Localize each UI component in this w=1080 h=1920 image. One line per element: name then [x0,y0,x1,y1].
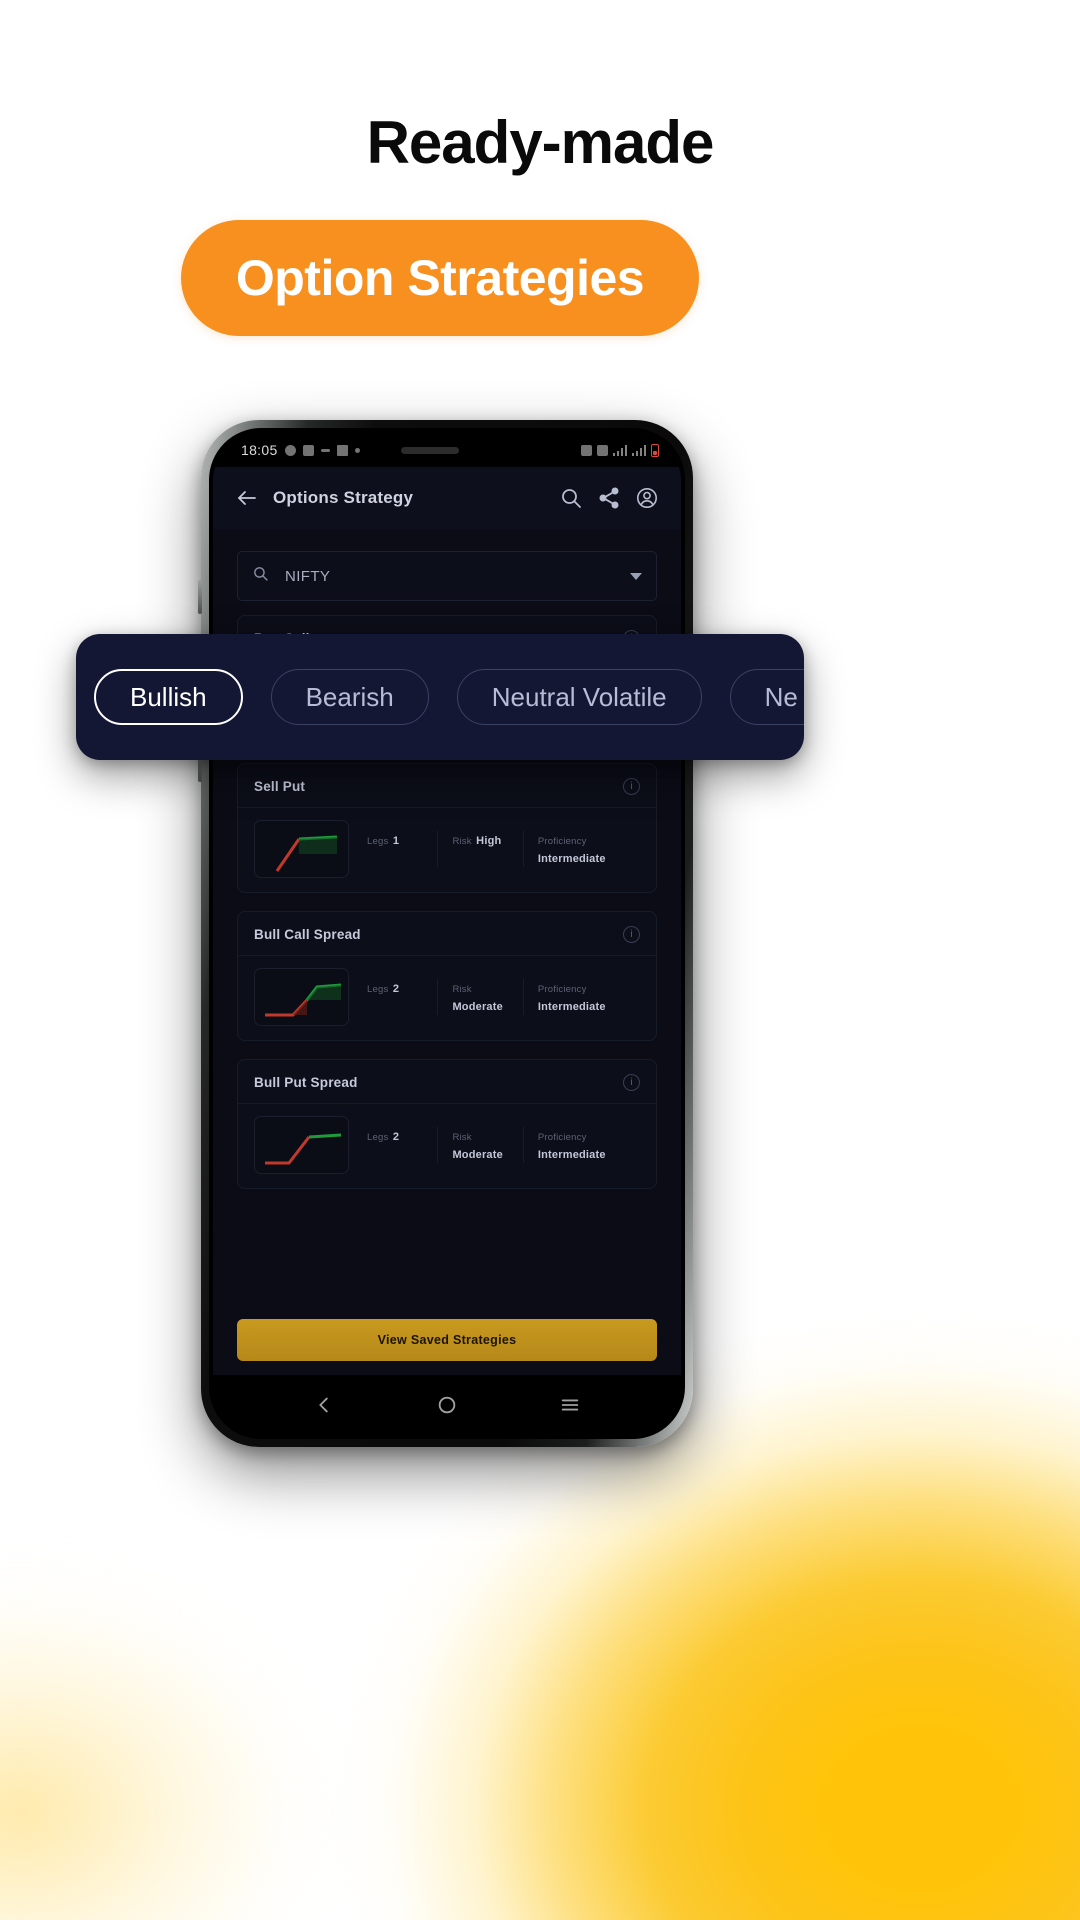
metric-label-risk: Risk [452,1132,472,1143]
back-arrow-icon[interactable] [235,486,259,510]
metric-value-proficiency: Intermediate [537,1001,606,1013]
info-icon[interactable]: i [623,926,640,943]
symbol-search-field[interactable]: NIFTY [237,551,657,601]
phone-mute-button [198,580,202,614]
hourglass-icon [336,444,348,456]
metric-label-legs: Legs [367,984,389,995]
chevron-down-icon[interactable] [630,572,642,580]
strategy-card[interactable]: Bull Call Spread i Legs 2 Risk Moderate … [237,911,657,1041]
page-title: Ready-made [366,109,715,176]
symbol-search-value: NIFTY [285,567,331,585]
metric-legs: Legs 2 [367,1127,437,1163]
battery-icon [651,443,659,457]
status-bar: 18:05 [213,433,681,467]
payoff-chart [254,1116,349,1174]
metric-proficiency: Proficiency Intermediate [522,979,640,1015]
background-glow-left [0,1420,440,1920]
minus-icon [320,448,330,452]
phone-mockup: 18:05 Options Strategy NIFTY Sell Put i … [198,420,696,1447]
chat-icon [284,444,296,456]
metric-risk: Risk High [437,831,522,867]
metric-legs: Legs 2 [367,979,437,1015]
metric-label-risk: Risk [452,836,472,847]
strategy-metrics: Legs 2 Risk Moderate Proficiency Interme… [367,1127,640,1163]
metric-risk: Risk Moderate [437,979,522,1015]
metric-risk: Risk Moderate [437,1127,522,1163]
android-nav-bar [213,1375,681,1435]
metric-label-legs: Legs [367,1132,389,1143]
profile-icon[interactable] [635,486,659,510]
strategy-card[interactable]: Sell Put i Legs 1 Risk High Proficiency … [237,763,657,893]
strategy-metrics: Legs 1 Risk High Proficiency Intermediat… [367,831,640,867]
phone-bezel: 18:05 Options Strategy NIFTY Sell Put i … [209,428,685,1439]
metric-value-risk: High [476,835,502,847]
filter-chip-bearish[interactable]: Bearish [270,669,429,725]
cta-pill-button[interactable]: Option Strategies [181,220,699,336]
metric-label-proficiency: Proficiency [537,1132,587,1143]
dnd-icon [596,444,608,456]
metric-proficiency: Proficiency Intermediate [522,1127,640,1163]
strategy-card-header: Sell Put i [238,764,656,808]
search-icon[interactable] [559,486,583,510]
strategy-card-body: Legs 2 Risk Moderate Proficiency Interme… [238,1104,656,1188]
symbol-search-section: NIFTY [213,529,681,601]
view-saved-strategies-button[interactable]: View Saved Strategies [237,1319,657,1361]
metric-label-risk: Risk [452,984,472,995]
metric-label-proficiency: Proficiency [537,984,587,995]
strategy-card-header: Bull Put Spread i [238,1060,656,1104]
metric-value-proficiency: Intermediate [537,1149,606,1161]
filter-chip-bullish[interactable]: Bullish [94,669,243,725]
dot-icon [354,447,360,453]
nav-back-icon[interactable] [313,1394,335,1416]
phone-screen: 18:05 Options Strategy NIFTY Sell Put i … [213,433,681,1435]
payoff-chart [254,968,349,1026]
search-icon [252,565,269,587]
metric-value-legs: 2 [392,983,400,995]
nav-home-icon[interactable] [436,1394,458,1416]
metric-legs: Legs 1 [367,831,437,867]
strategy-name: Bull Call Spread [254,927,361,942]
metric-value-legs: 2 [392,1131,400,1143]
whatsapp-icon [580,444,592,456]
metric-value-risk: Moderate [452,1001,503,1013]
status-bar-right-cluster [580,443,659,457]
metric-value-proficiency: Intermediate [537,853,606,865]
filter-chip-neutral-volatile[interactable]: Neutral Volatile [456,669,702,725]
nav-recents-icon[interactable] [559,1394,581,1416]
app-title: Options Strategy [273,488,414,507]
blurred-notification-badge [400,446,459,454]
saved-strategies-section: View Saved Strategies [213,1309,681,1375]
strategy-card-body: Legs 2 Risk Moderate Proficiency Interme… [238,956,656,1040]
strategy-metrics: Legs 2 Risk Moderate Proficiency Interme… [367,979,640,1015]
strategy-card-header: Bull Call Spread i [238,912,656,956]
info-icon[interactable]: i [623,1074,640,1091]
metric-value-risk: Moderate [452,1149,503,1161]
app-header: Options Strategy [213,467,681,529]
strategy-card[interactable]: Bull Put Spread i Legs 2 Risk Moderate P… [237,1059,657,1189]
screenshot-icon [302,444,314,456]
metric-label-legs: Legs [367,836,389,847]
payoff-chart [254,820,349,878]
cta-pill-label: Option Strategies [235,250,645,306]
strategy-card-body: Legs 1 Risk High Proficiency Intermediat… [238,808,656,892]
metric-value-legs: 1 [392,835,400,847]
share-icon[interactable] [597,486,621,510]
strategy-name: Bull Put Spread [254,1075,358,1090]
status-bar-time: 18:05 [241,442,278,458]
signal-icon [612,444,627,456]
filter-chip-partial[interactable]: Ne [729,669,804,725]
signal-icon-secondary [631,444,646,456]
info-icon[interactable]: i [623,778,640,795]
filter-chips-overlay[interactable]: Bullish Bearish Neutral Volatile Ne [76,634,804,760]
metric-label-proficiency: Proficiency [537,836,587,847]
metric-proficiency: Proficiency Intermediate [522,831,640,867]
strategy-name: Sell Put [254,779,306,794]
